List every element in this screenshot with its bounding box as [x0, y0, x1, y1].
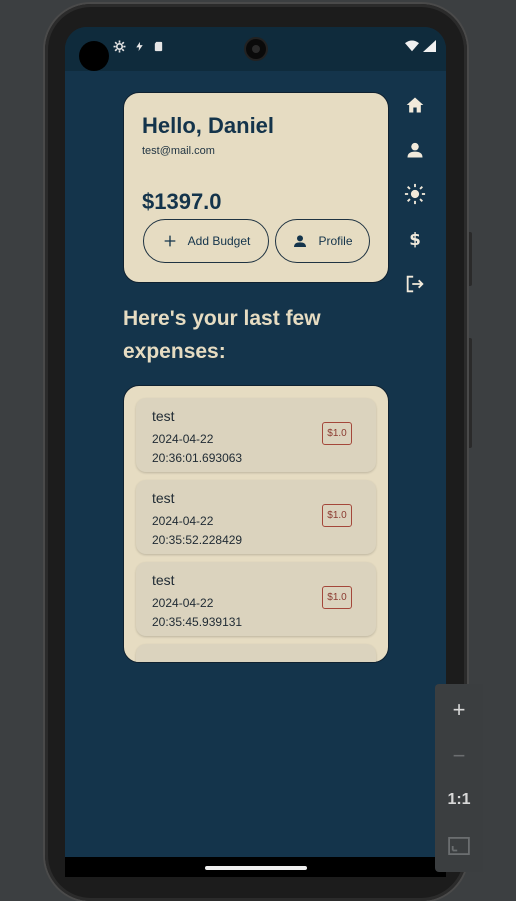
expense-datetime: 2024-04-22 20:35:45.939131: [152, 594, 242, 632]
status-right: [405, 40, 436, 52]
list-item[interactable]: test 2024-04-22 20:35:52.228429 $1.0: [136, 480, 376, 554]
person-icon: [294, 235, 307, 247]
fit-screen-icon: [448, 837, 470, 855]
plus-icon: [164, 235, 175, 247]
greeting-text: Hello, Daniel: [142, 113, 275, 138]
bolt-icon: [136, 41, 143, 52]
expense-datetime: 2024-04-22 20:36:01.693063: [152, 430, 242, 468]
nav-theme[interactable]: [403, 182, 427, 206]
sun-icon: [404, 183, 426, 205]
home-icon: [406, 97, 424, 113]
balance-amount: $1397.0: [142, 189, 222, 214]
camera-cutout: [79, 41, 109, 71]
account-card: Hello, Daniel test@mail.com $1397.0 Add …: [123, 92, 389, 283]
list-item-partial[interactable]: [136, 644, 376, 662]
nav-budget[interactable]: $: [403, 227, 427, 251]
signal-icon: [423, 40, 436, 52]
gear-icon: [113, 40, 126, 53]
profile-button[interactable]: Profile: [275, 219, 370, 263]
fit-screen-button[interactable]: [435, 824, 483, 868]
zoom-out-button[interactable]: −: [435, 734, 483, 778]
front-camera: [246, 39, 266, 59]
nav-profile[interactable]: [403, 138, 427, 162]
expense-time: 20:35:52.228429: [152, 533, 243, 547]
expense-datetime: 2024-04-22 20:35:52.228429: [152, 512, 242, 550]
gesture-handle[interactable]: [205, 866, 307, 870]
expense-name: test: [152, 572, 175, 588]
expenses-heading: Here's your last few expenses:: [123, 307, 321, 363]
emulator-zoom-controls: + − 1:1: [435, 684, 483, 872]
sd-card-icon: [154, 41, 163, 52]
add-budget-button[interactable]: Add Budget: [143, 219, 269, 263]
expenses-list[interactable]: test 2024-04-22 20:36:01.693063 $1.0 tes…: [123, 385, 389, 663]
list-item[interactable]: test 2024-04-22 20:36:01.693063 $1.0: [136, 398, 376, 472]
nav-logout[interactable]: [403, 272, 427, 296]
expense-date: 2024-04-22: [152, 432, 214, 446]
expense-name: test: [152, 408, 175, 424]
list-item[interactable]: test 2024-04-22 20:35:45.939131 $1.0: [136, 562, 376, 636]
dollar-icon: $: [409, 230, 421, 249]
status-icons: [113, 40, 164, 53]
svg-text:$: $: [409, 230, 421, 249]
wifi-icon: [405, 40, 419, 52]
expense-amount-badge: $1.0: [322, 422, 352, 445]
expense-time: 20:36:01.693063: [152, 451, 243, 465]
expense-time: 20:35:45.939131: [152, 615, 243, 629]
zoom-in-button[interactable]: +: [435, 688, 483, 732]
expense-name: test: [152, 490, 175, 506]
expense-date: 2024-04-22: [152, 514, 214, 528]
email-text: test@mail.com: [142, 145, 215, 157]
expense-amount-badge: $1.0: [322, 504, 352, 527]
status-bar: [65, 27, 446, 71]
logout-icon: [406, 275, 424, 293]
app-screen: Hello, Daniel test@mail.com $1397.0 Add …: [65, 27, 446, 877]
expense-date: 2024-04-22: [152, 596, 214, 610]
nav-home[interactable]: [403, 93, 427, 117]
actual-size-button[interactable]: 1:1: [435, 778, 483, 822]
expense-amount-badge: $1.0: [322, 586, 352, 609]
person-icon: [407, 142, 423, 158]
add-budget-label: Add Budget: [187, 234, 251, 248]
profile-label: Profile: [318, 234, 353, 248]
